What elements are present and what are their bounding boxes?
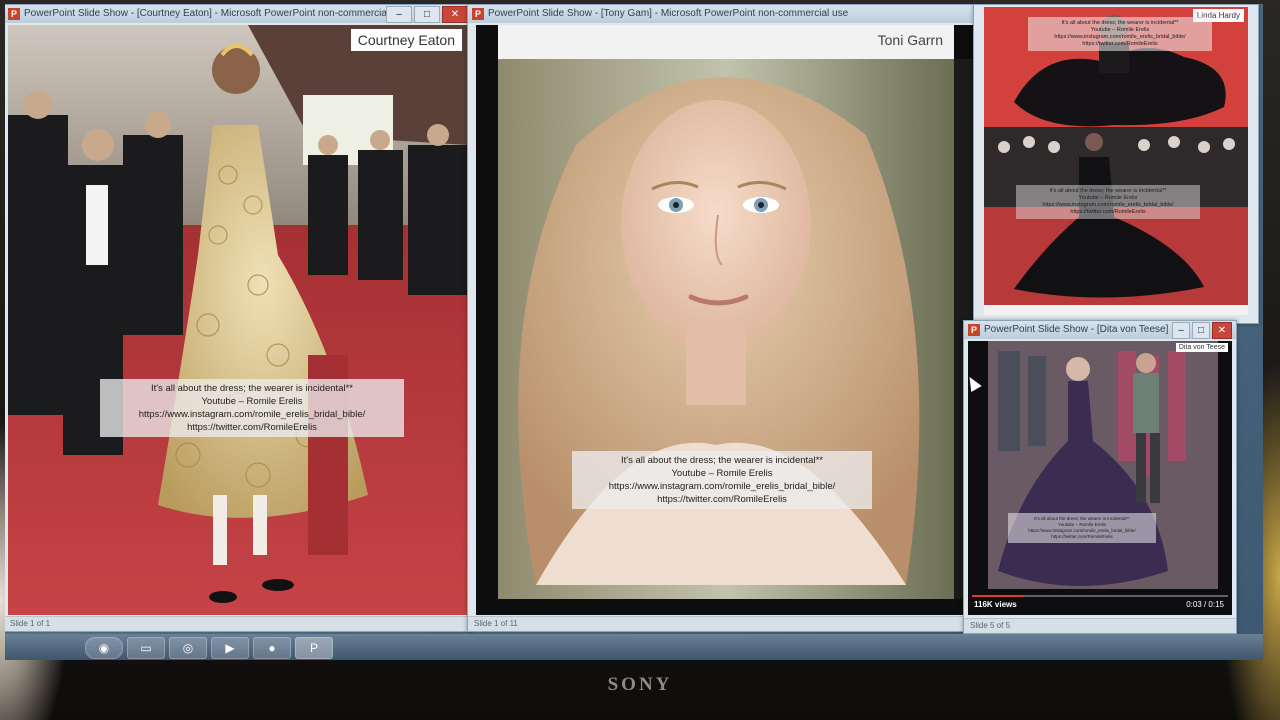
minimize-button[interactable]: – [386,6,412,23]
maximize-button[interactable]: □ [414,6,440,23]
slide-caption-secondary: It's all about the dress; the wearer is … [1016,185,1200,219]
powerpoint-icon: P [8,8,20,20]
slide-caption: It's all about the dress; the wearer is … [1028,17,1212,51]
slide-counter: Slide 1 of 1 [10,619,51,628]
window-titlebar[interactable]: P PowerPoint Slide Show - [Dita von Tees… [964,321,1236,339]
slideshow-window-courtney[interactable]: P PowerPoint Slide Show - [Courtney Eato… [5,4,473,632]
caption-line: https://twitter.com/RomileErelis [1070,209,1146,215]
taskbar: ◉ ▭ ◎ ▶ ● P [5,634,1263,660]
window-title: PowerPoint Slide Show - [Tony Gam] - Mic… [488,8,849,19]
caption-line: https://www.instagram.com/romile_erelis_… [1042,202,1174,208]
minimize-button[interactable]: – [1172,322,1190,339]
video-progress-bar[interactable] [972,595,1228,597]
close-button[interactable]: ✕ [1212,322,1232,339]
caption-line: Youtube – Romile Erelis [201,396,303,407]
window-title: PowerPoint Slide Show - [Courtney Eaton]… [24,8,409,19]
powerpoint-icon: P [968,324,980,336]
slideshow-window-linda[interactable]: Linda Hardy It's all about the dress; th… [973,4,1259,324]
slide-caption: It's all about the dress; the wearer is … [572,451,872,509]
caption-line: It's all about the dress; the wearer is … [621,455,823,466]
slide-toni: Toni Garrn It's all about the dress; the… [476,25,976,615]
caption-line: https://twitter.com/RomileErelis [657,494,787,505]
photo-black-gown [984,7,1248,315]
caption-line: Youtube – Romile Erelis [671,468,773,479]
caption-line: It's all about the dress; the wearer is … [151,383,353,394]
monitor-brand-logo: SONY [607,674,673,695]
status-bar: Slide 1 of 11 [468,616,984,631]
caption-line: https://twitter.com/RomileErelis [187,422,317,433]
celebrity-name-label: Toni Garrn [877,32,943,48]
window-titlebar[interactable]: P PowerPoint Slide Show - [Tony Gam] - M… [468,5,984,23]
slide-linda: Linda Hardy It's all about the dress; th… [984,7,1248,315]
caption-line: https://www.instagram.com/romile_erelis_… [608,481,836,492]
taskbar-powerpoint-button[interactable]: P [295,637,333,659]
slide-counter: Slide 5 of 5 [970,621,1011,630]
slide-counter: Slide 1 of 11 [474,619,518,628]
caption-line: It's all about the dress; the wearer is … [1061,20,1179,26]
caption-line: It's all about the dress; the wearer is … [1049,188,1167,194]
powerpoint-icon: P [472,8,484,20]
photo-red-carpet [8,25,468,615]
taskbar-media-button[interactable]: ▶ [211,637,249,659]
close-button[interactable]: ✕ [442,6,468,23]
start-button[interactable]: ◉ [85,637,123,659]
slide-courtney: Courtney Eaton It's all about the dress;… [8,25,468,615]
slideshow-window-toni[interactable]: P PowerPoint Slide Show - [Tony Gam] - M… [467,4,985,632]
video-progress-fill [972,595,1024,597]
caption-line: https://twitter.com/RomileErelis [1082,41,1158,47]
monitor-screen: P PowerPoint Slide Show - [Courtney Eato… [5,4,1263,660]
video-view-count: 116K views [974,600,1017,609]
slide-caption: It's all about the dress; the wearer is … [1008,513,1156,543]
video-timestamp: 0:03 / 0:15 [1186,600,1224,609]
photo-portrait [476,25,976,615]
window-title: PowerPoint Slide Show - [Dita von Teese] [984,324,1169,335]
status-bar: Slide 1 of 1 [5,616,472,631]
caption-line: https://www.instagram.com/romile_erelis_… [138,409,366,420]
slideshow-window-dita[interactable]: P PowerPoint Slide Show - [Dita von Tees… [963,320,1237,634]
slide-caption: It's all about the dress; the wearer is … [100,379,404,437]
celebrity-name-label: Courtney Eaton [350,29,462,51]
window-titlebar[interactable]: P PowerPoint Slide Show - [Courtney Eato… [5,5,472,23]
caption-line: Youtube – Romile Erelis [1078,195,1138,201]
photo-purple-gown [988,341,1218,615]
maximize-button[interactable]: □ [1192,322,1210,339]
slide-dita: Dita von Teese It's all about the dress;… [968,341,1232,615]
caption-line: Youtube – Romile Erelis [1090,27,1150,33]
caption-line: https://twitter.com/RomileErelis [1051,534,1113,539]
taskbar-chrome-button[interactable]: ◎ [169,637,207,659]
celebrity-name-label: Dita von Teese [1175,343,1228,352]
taskbar-app-button[interactable]: ● [253,637,291,659]
taskbar-explorer-button[interactable]: ▭ [127,637,165,659]
caption-line: https://www.instagram.com/romile_erelis_… [1054,34,1186,40]
status-bar: Slide 5 of 5 [964,618,1236,633]
